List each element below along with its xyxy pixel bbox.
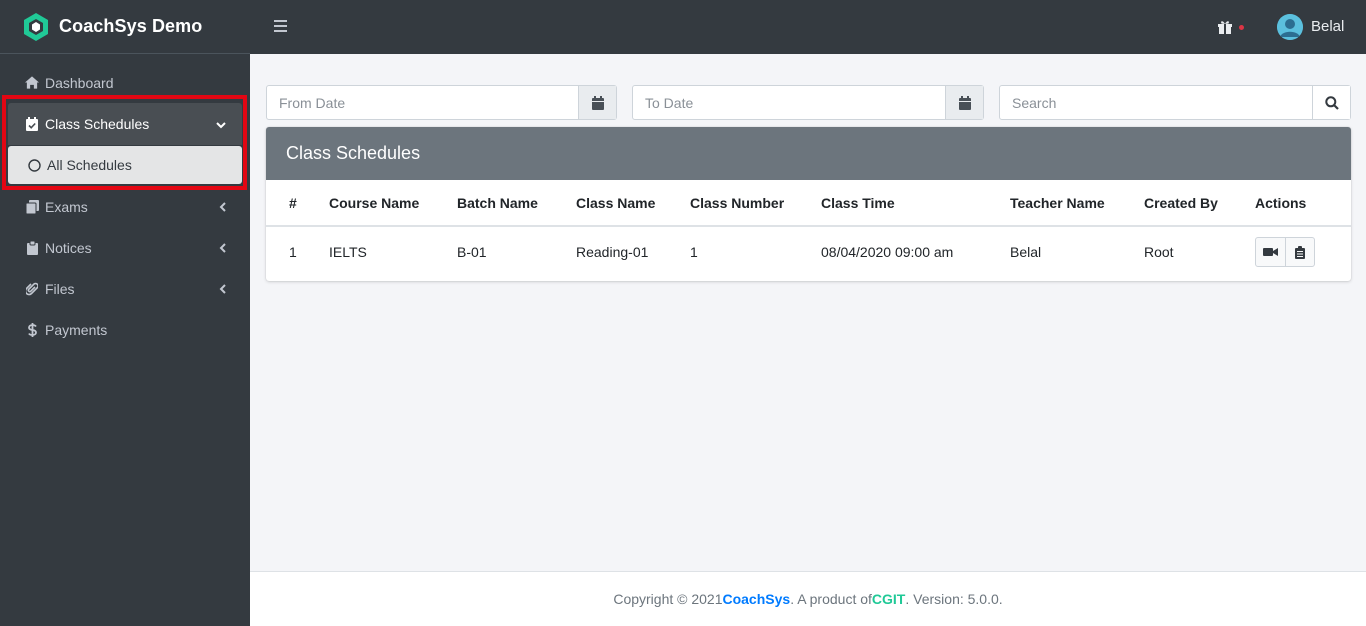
column-header: Course Name (329, 180, 457, 227)
schedules-table: # Course Name Batch Name Class Name Clas… (266, 180, 1351, 277)
sidebar-item-label: Notices (45, 239, 92, 256)
sidebar-item-label: Files (45, 280, 75, 297)
column-header: Actions (1255, 180, 1351, 227)
card-title: Class Schedules (266, 127, 1351, 180)
calendar-icon[interactable] (578, 86, 616, 119)
class-schedules-card: Class Schedules # Course Name Batch Name… (266, 127, 1351, 281)
footer-company-link[interactable]: CGIT (872, 591, 905, 607)
footer-copyright: Copyright © 2021 (613, 591, 723, 607)
search-icon[interactable] (1312, 86, 1350, 119)
to-date-input[interactable] (633, 86, 945, 119)
sidebar-item-exams[interactable]: Exams (0, 186, 250, 227)
footer-version: . Version: 5.0.0. (905, 591, 1003, 607)
sidebar-item-files[interactable]: Files (0, 268, 250, 309)
to-date-field (632, 85, 984, 120)
cell-index: 1 (289, 244, 297, 260)
search-input[interactable] (1000, 86, 1312, 119)
user-name[interactable]: Belal (1311, 18, 1344, 35)
calendar-icon[interactable] (945, 86, 983, 119)
sidebar-item-notices[interactable]: Notices (0, 227, 250, 268)
cell-course-name: IELTS (329, 244, 367, 260)
highlight-annotation (2, 95, 247, 190)
footer-text: . A product of (790, 591, 872, 607)
coachsys-logo-icon (23, 12, 49, 42)
gift-icon[interactable] (1217, 19, 1233, 35)
column-header: Class Time (821, 180, 1010, 227)
from-date-input[interactable] (267, 86, 578, 119)
brand-name: CoachSys Demo (59, 16, 203, 36)
column-header: Class Number (690, 180, 821, 227)
copy-icon (25, 199, 39, 214)
paperclip-icon (25, 282, 39, 296)
cell-teacher-name: Belal (1010, 244, 1042, 260)
clipboard-icon[interactable] (1285, 238, 1314, 266)
cell-created-by: Root (1144, 244, 1174, 260)
sidebar-item-label: Dashboard (45, 74, 114, 91)
search-field (999, 85, 1351, 120)
column-header: Batch Name (457, 180, 576, 227)
table-row: 1 IELTS B-01 Reading-01 1 08/04/2020 09:… (266, 226, 1351, 277)
cell-class-number: 1 (690, 244, 698, 260)
topbar: Belal (250, 0, 1366, 54)
sidebar-item-payments[interactable]: Payments (0, 309, 250, 350)
sidebar-item-label: Exams (45, 198, 88, 215)
avatar[interactable] (1277, 14, 1303, 40)
dollar-icon (25, 322, 39, 337)
cell-class-time: 08/04/2020 09:00 am (821, 244, 954, 260)
cell-class-name: Reading-01 (576, 244, 649, 260)
video-camera-icon[interactable] (1256, 238, 1285, 266)
table-header-row: # Course Name Batch Name Class Name Clas… (266, 180, 1351, 227)
clipboard-icon (25, 240, 39, 255)
column-header: # (266, 180, 329, 227)
menu-toggle-icon[interactable] (274, 20, 287, 32)
notification-dot (1239, 25, 1244, 30)
chevron-left-icon (219, 281, 226, 297)
cell-batch-name: B-01 (457, 244, 487, 260)
column-header: Created By (1144, 180, 1255, 227)
column-header: Class Name (576, 180, 690, 227)
footer-brand-link[interactable]: CoachSys (722, 591, 790, 607)
brand[interactable]: CoachSys Demo (0, 0, 250, 54)
column-header: Teacher Name (1010, 180, 1144, 227)
chevron-left-icon (219, 199, 226, 215)
chevron-left-icon (219, 240, 226, 256)
sidebar-item-label: Payments (45, 321, 108, 338)
home-icon (25, 76, 39, 90)
from-date-field (266, 85, 617, 120)
footer: Copyright © 2021 CoachSys. A product of … (250, 571, 1366, 626)
action-button-group (1255, 237, 1315, 267)
cell-actions (1255, 226, 1351, 277)
sidebar: CoachSys Demo Dashboard Class Schedules … (0, 0, 250, 626)
